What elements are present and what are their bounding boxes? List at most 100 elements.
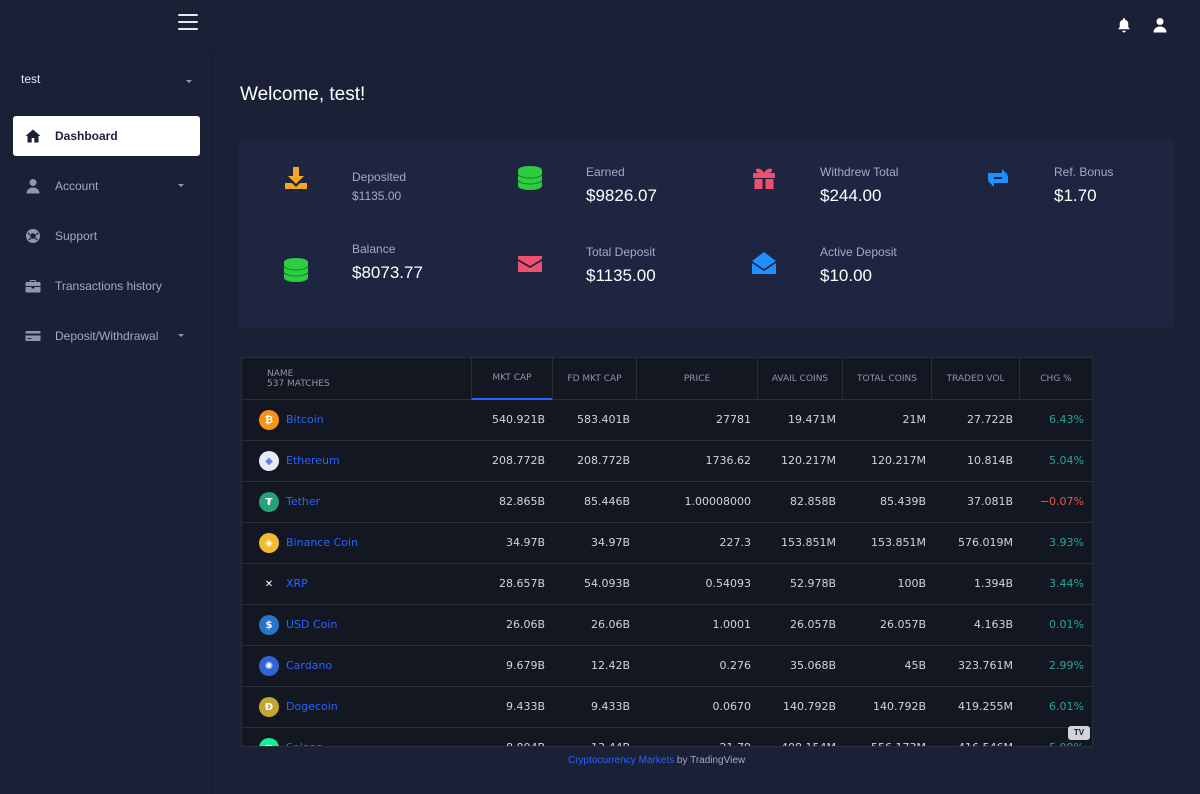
hamburger-icon[interactable] xyxy=(178,14,198,32)
coins-icon xyxy=(278,252,314,288)
cell-avail-coins: 26.057B xyxy=(789,618,836,631)
sidebar-item-label: Support xyxy=(55,229,98,243)
cell-mkt-cap: 82.865B xyxy=(498,495,545,508)
coin-logo-icon: Ð xyxy=(259,697,279,717)
user-selector[interactable]: test xyxy=(21,72,196,92)
column-header-chg[interactable]: CHG % xyxy=(1019,358,1092,400)
stat-deposited: Deposited $1135.00 xyxy=(238,140,468,220)
bell-icon[interactable] xyxy=(1116,17,1132,33)
column-header-price[interactable]: PRICE xyxy=(636,358,757,400)
lifebuoy-icon xyxy=(24,228,42,244)
stat-balance: Balance $8073.77 xyxy=(238,226,468,306)
footer-attribution: Cryptocurrency Markets by TradingView xyxy=(568,755,745,766)
cell-traded-vol: 37.081B xyxy=(966,495,1013,508)
cell-avail-coins: 140.792B xyxy=(782,700,836,713)
cell-fd-mkt-cap: 26.06B xyxy=(590,618,630,631)
sidebar-item-account[interactable]: Account xyxy=(13,166,200,206)
stat-value: $1.70 xyxy=(1054,186,1097,205)
chevron-down-icon xyxy=(178,184,184,187)
cell-mkt-cap: 8.804B xyxy=(506,728,545,746)
cell-mkt-cap: 9.433B xyxy=(505,700,545,713)
cell-price: 0.54093 xyxy=(705,577,752,590)
column-header-name[interactable]: NAME 537 MATCHES xyxy=(267,369,330,389)
cell-price: 21.79 xyxy=(720,728,752,746)
coin-name-link[interactable]: XRP xyxy=(286,564,308,604)
sidebar-item-label: Dashboard xyxy=(55,129,118,143)
stat-value: $8073.77 xyxy=(352,263,423,282)
cell-mkt-cap: 26.06B xyxy=(505,618,545,631)
cell-chg: −0.07% xyxy=(1039,495,1084,508)
cell-chg: 6.43% xyxy=(1049,413,1084,426)
column-header-avail-coins[interactable]: AVAIL COINS xyxy=(757,358,842,400)
name-header-label: NAME xyxy=(267,369,294,379)
market-table-header: NAME 537 MATCHES MKT CAP FD MKT CAP PRIC… xyxy=(242,358,1092,400)
stat-ref-bonus: Ref. Bonus $1.70 xyxy=(940,140,1170,220)
column-header-total-coins[interactable]: TOTAL COINS xyxy=(842,358,931,400)
page-title: Welcome, test! xyxy=(240,84,366,105)
briefcase-icon xyxy=(24,278,42,294)
crypto-markets-link[interactable]: Cryptocurrency Markets xyxy=(568,755,674,766)
table-row[interactable]: ₿ Bitcoin 540.921B 583.401B 27781 19.471M 21M 2… xyxy=(242,400,1092,441)
cell-avail-coins: 408.154M xyxy=(781,728,836,746)
sidebar-item-deposit-withdrawal[interactable]: Deposit/Withdrawal xyxy=(13,316,200,356)
cell-total-coins: 26.057B xyxy=(879,618,926,631)
cell-price: 0.276 xyxy=(719,659,752,672)
cell-mkt-cap: 540.921B xyxy=(491,413,545,426)
coin-name-link[interactable]: Cardano xyxy=(286,646,332,686)
coin-name-link[interactable]: USD Coin xyxy=(286,605,337,645)
cell-fd-mkt-cap: 12.42B xyxy=(590,659,630,672)
column-header-fd-mkt-cap[interactable]: FD MKT CAP xyxy=(552,358,636,400)
table-row[interactable]: ◈ Binance Coin 34.97B 34.97B 227.3 153.851M 15… xyxy=(242,523,1092,564)
sidebar-item-label: Account xyxy=(55,179,99,193)
cell-fd-mkt-cap: 208.772B xyxy=(576,454,630,467)
sidebar-item-transactions[interactable]: Transactions history xyxy=(13,266,200,306)
cell-chg: 6.01% xyxy=(1049,700,1084,713)
stat-label: Balance xyxy=(352,242,396,256)
cell-price: 1.0001 xyxy=(712,618,752,631)
table-row[interactable]: ₮ Tether 82.865B 85.446B 1.00008000 82.858B 85… xyxy=(242,482,1092,523)
cell-total-coins: 85.439B xyxy=(879,495,926,508)
coin-logo-icon: ₿ xyxy=(259,410,279,430)
table-row[interactable]: ≡ Solana 8.804B 13.44B 21.79 408.154M 556.173M… xyxy=(242,728,1092,746)
coin-name-link[interactable]: Tether xyxy=(286,482,320,522)
coin-logo-icon: ✕ xyxy=(259,574,279,594)
cell-avail-coins: 35.068B xyxy=(789,659,836,672)
tradingview-logo[interactable]: TV xyxy=(1068,726,1090,740)
user-name: test xyxy=(21,72,41,86)
table-row[interactable]: Ð Dogecoin 9.433B 9.433B 0.0670 140.792B 140.7… xyxy=(242,687,1092,728)
crypto-market-widget: NAME 537 MATCHES MKT CAP FD MKT CAP PRIC… xyxy=(241,357,1093,747)
cell-chg: 2.99% xyxy=(1049,659,1084,672)
cell-chg: 5.04% xyxy=(1049,454,1084,467)
cell-price: 0.0670 xyxy=(712,700,752,713)
cell-total-coins: 140.792B xyxy=(872,700,926,713)
cell-fd-mkt-cap: 583.401B xyxy=(576,413,630,426)
table-row[interactable]: ✺ Cardano 9.679B 12.42B 0.276 35.068B 45B 323.7… xyxy=(242,646,1092,687)
cell-fd-mkt-cap: 9.433B xyxy=(590,700,630,713)
coin-logo-icon: ≡ xyxy=(259,738,279,746)
column-header-mkt-cap[interactable]: MKT CAP xyxy=(471,358,552,400)
stat-value: $1135.00 xyxy=(352,189,402,203)
table-row[interactable]: ◆ Ethereum 208.772B 208.772B 1736.62 120.217M… xyxy=(242,441,1092,482)
stat-label: Deposited xyxy=(352,170,407,184)
cell-traded-vol: 576.019M xyxy=(958,536,1013,549)
cell-traded-vol: 1.394B xyxy=(973,577,1013,590)
user-icon[interactable] xyxy=(1152,17,1168,33)
sidebar: test Dashboard Account Support Transacti… xyxy=(0,52,212,794)
sidebar-item-support[interactable]: Support xyxy=(13,216,200,256)
table-row[interactable]: ✕ XRP 28.657B 54.093B 0.54093 52.978B 100B 1.39… xyxy=(242,564,1092,605)
cell-total-coins: 153.851M xyxy=(871,536,926,549)
coin-name-link[interactable]: Binance Coin xyxy=(286,523,358,563)
sidebar-item-dashboard[interactable]: Dashboard xyxy=(13,116,200,156)
coin-name-link[interactable]: Ethereum xyxy=(286,441,340,481)
coin-name-link[interactable]: Dogecoin xyxy=(286,687,338,727)
user-icon xyxy=(24,178,42,194)
column-header-traded-vol[interactable]: TRADED VOL xyxy=(931,358,1019,400)
cell-traded-vol: 27.722B xyxy=(966,413,1013,426)
coin-name-link[interactable]: Solana xyxy=(286,728,323,746)
stat-earned: Earned $9826.07 xyxy=(472,140,702,220)
cell-fd-mkt-cap: 54.093B xyxy=(583,577,630,590)
stat-value: $9826.07 xyxy=(586,186,657,205)
coin-name-link[interactable]: Bitcoin xyxy=(286,400,324,440)
table-row[interactable]: $ USD Coin 26.06B 26.06B 1.0001 26.057B 26.057… xyxy=(242,605,1092,646)
stat-active-deposit: Active Deposit $10.00 xyxy=(706,226,936,306)
